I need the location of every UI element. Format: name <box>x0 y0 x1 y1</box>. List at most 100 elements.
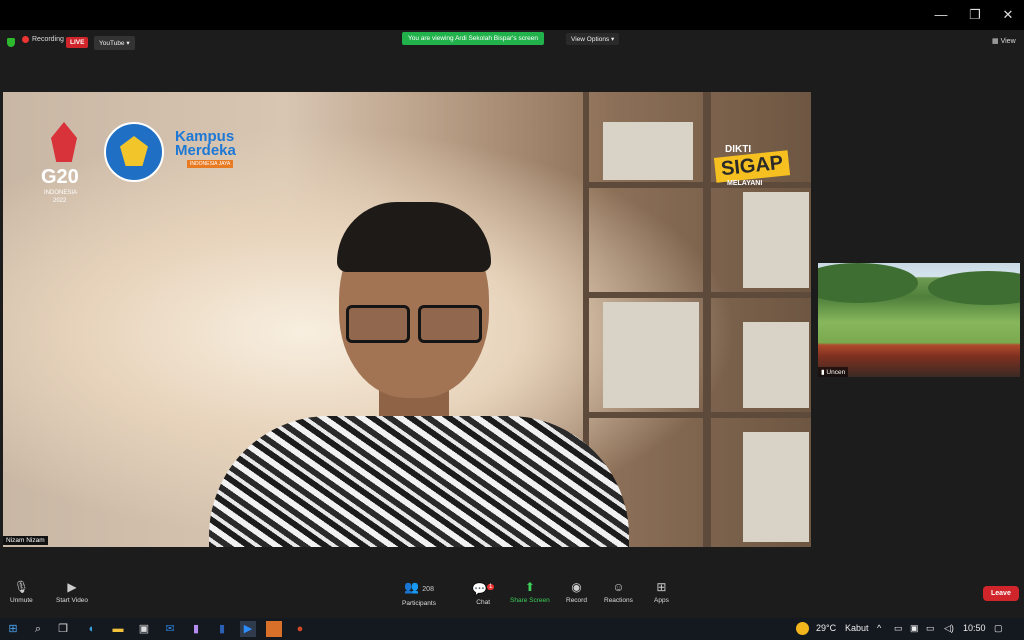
start-video-button[interactable]: ▶ Start Video <box>56 580 88 604</box>
viewing-screen-banner: You are viewing Ardi Sekolah Bispar's sc… <box>402 32 544 45</box>
meeting-top-bar: Recording LIVE YouTube ▾ You are viewing… <box>0 30 1024 56</box>
weather-condition[interactable]: Kabut <box>845 623 869 633</box>
g20-logo-text: G20 <box>41 166 79 188</box>
speaker-hair <box>337 202 491 272</box>
weather-temperature[interactable]: 29°C <box>816 623 836 633</box>
speaker-name-tag: Nizam Nizam <box>3 536 48 545</box>
apps-button[interactable]: ⊞ Apps <box>654 580 669 604</box>
chat-icon: 💬 1 <box>472 582 495 596</box>
chat-badge: 1 <box>486 584 495 590</box>
windows-taskbar: ⊞ ⌕ ❐ ◐ ▬ ▣ ✉ ▮ ▮ ▶ ● 29°C Kabut ^ ▭ ▣ ▭… <box>0 618 1024 640</box>
minimize-button[interactable]: — <box>926 4 956 26</box>
participants-button[interactable]: 👥 208 Participants <box>402 580 436 607</box>
word-icon[interactable]: ▮ <box>214 621 230 637</box>
glasses-lens <box>418 305 482 343</box>
chevron-down-icon: ▾ <box>126 40 130 47</box>
stream-target-label: YouTube <box>99 40 125 47</box>
share-screen-button[interactable]: ⬆ Share Screen <box>510 580 550 604</box>
record-label: Record <box>566 597 587 604</box>
zoom-app-icon[interactable]: ▶ <box>240 621 256 637</box>
record-button[interactable]: ◉ Record <box>566 580 587 604</box>
participants-label: Participants <box>402 600 436 607</box>
tray-app-icon[interactable]: ▭ <box>894 623 903 634</box>
g20-logo-sub: INDONESIA <box>44 190 78 196</box>
tut-wuri-handayani-logo <box>104 122 164 182</box>
bookshelf-post <box>703 92 711 547</box>
volume-icon[interactable]: ◁) <box>944 623 954 634</box>
kampus-merdeka-sub: INDONESIA JAYA <box>187 160 234 168</box>
tut-wuri-emblem-icon <box>120 136 148 166</box>
view-options-label: View Options <box>571 36 610 43</box>
premiere-icon[interactable]: ▮ <box>188 621 204 637</box>
apps-icon: ⊞ <box>656 580 667 594</box>
sigap-sub-label: MELAYANI <box>727 180 763 187</box>
view-options-button[interactable]: View Options ▾ <box>566 33 620 45</box>
books <box>743 432 809 542</box>
clock-time[interactable]: 10:50 <box>963 623 986 633</box>
view-label: View <box>1000 38 1016 45</box>
window-title-bar: — ❐ ✕ <box>0 0 1024 30</box>
chat-label: Chat <box>476 599 491 606</box>
task-view-icon[interactable]: ❐ <box>55 621 71 637</box>
kampus-merdeka-logo: Kampus Merdeka <box>175 129 236 159</box>
restore-button[interactable]: ❐ <box>960 4 990 26</box>
network-icon[interactable]: ▭ <box>926 623 935 634</box>
thumbnail-hill <box>818 263 918 303</box>
speaker-figure <box>209 202 629 547</box>
view-button[interactable]: ▦ View <box>992 37 1016 45</box>
zoom-meeting-window: Recording LIVE YouTube ▾ You are viewing… <box>0 30 1024 618</box>
file-explorer-icon[interactable]: ▬ <box>110 621 126 637</box>
leave-button[interactable]: Leave <box>983 586 1019 601</box>
participants-icon: 👥 208 <box>404 580 434 594</box>
speaker-batik-shirt <box>209 416 629 547</box>
stream-target-dropdown[interactable]: YouTube ▾ <box>94 36 135 50</box>
reactions-smiley-icon: ☺ <box>612 580 625 594</box>
edge-browser-icon[interactable]: ◐ <box>84 621 100 637</box>
meeting-toolbar: 🎙 Unmute ▶ Start Video 👥 208 Participant… <box>0 576 1024 618</box>
weather-sun-icon[interactable] <box>796 622 809 635</box>
close-button[interactable]: ✕ <box>993 4 1023 26</box>
books <box>603 122 693 180</box>
g20-logo-year: 2022 <box>53 198 67 204</box>
grid-icon: ▦ <box>992 38 999 45</box>
unmute-button[interactable]: 🎙 Unmute <box>10 580 33 604</box>
bookshelf-board <box>583 182 811 188</box>
share-screen-label: Share Screen <box>510 597 550 604</box>
start-video-label: Start Video <box>56 597 89 604</box>
store-icon[interactable]: ▣ <box>136 621 152 637</box>
reactions-button[interactable]: ☺ Reactions <box>604 580 633 604</box>
record-icon: ◉ <box>571 580 582 594</box>
signal-icon: ▮ <box>821 369 825 376</box>
kampus-line2: Merdeka <box>175 142 236 159</box>
speaker-glasses <box>346 305 482 343</box>
chat-button[interactable]: 💬 1 Chat <box>472 580 495 606</box>
encryption-shield-icon[interactable] <box>7 38 15 47</box>
apps-label: Apps <box>654 597 669 604</box>
app-icon-orange[interactable] <box>266 621 282 637</box>
shared-screen-video[interactable]: G20 INDONESIA 2022 Kampus Merdeka INDONE… <box>3 92 811 547</box>
glasses-lens <box>346 305 410 343</box>
g20-logo: G20 INDONESIA 2022 <box>41 122 101 204</box>
search-icon[interactable]: ⌕ <box>30 621 46 637</box>
share-screen-icon: ⬆ <box>524 580 535 594</box>
powerpoint-icon[interactable]: ● <box>292 621 308 637</box>
participant-name: Uncen <box>826 369 846 376</box>
thumbnail-hill <box>928 271 1020 305</box>
participant-thumbnail-video[interactable]: ▮ Uncen <box>818 263 1020 377</box>
tray-chevron-up-icon[interactable]: ^ <box>877 623 881 633</box>
mail-icon[interactable]: ✉ <box>162 621 178 637</box>
video-camera-off-icon: ▶ <box>67 580 77 594</box>
recording-dot-icon <box>22 36 29 43</box>
live-badge[interactable]: LIVE <box>66 37 89 48</box>
chevron-down-icon: ▾ <box>611 36 615 43</box>
books <box>743 192 809 288</box>
participant-name-tag: ▮ Uncen <box>818 367 849 377</box>
recording-indicator[interactable]: Recording <box>22 36 64 43</box>
recording-label: Recording <box>32 36 64 43</box>
notifications-icon[interactable]: ▢ <box>994 623 1003 634</box>
tray-display-icon[interactable]: ▣ <box>910 623 919 634</box>
unmute-label: Unmute <box>10 597 33 604</box>
windows-start-icon[interactable]: ⊞ <box>5 621 21 637</box>
dikti-label: DIKTI <box>725 144 752 155</box>
reactions-label: Reactions <box>604 597 633 604</box>
